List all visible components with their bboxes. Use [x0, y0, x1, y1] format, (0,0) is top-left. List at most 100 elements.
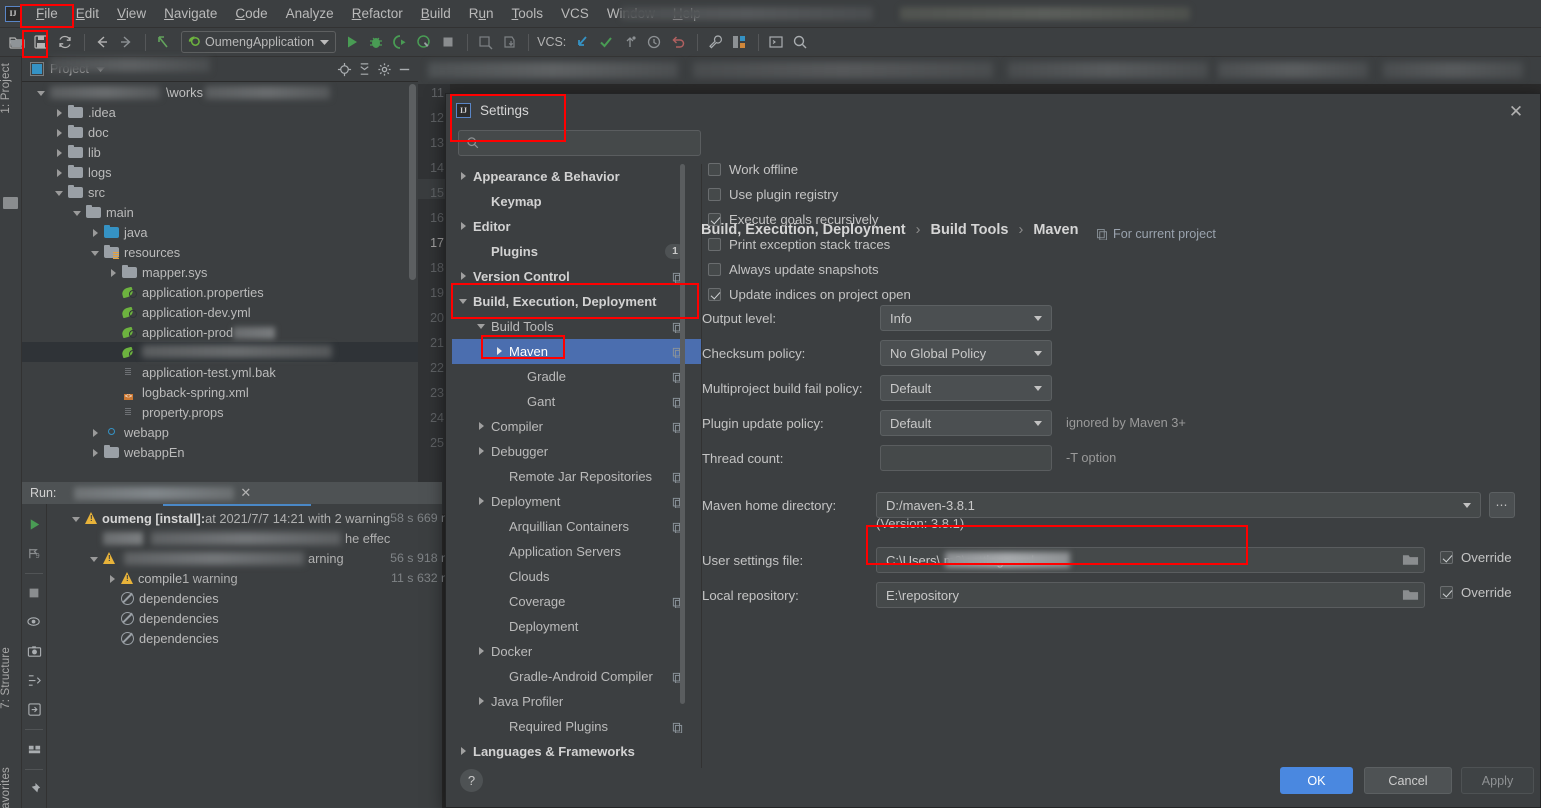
tree-row[interactable]: property.props	[22, 402, 418, 422]
checkbox-execute-goals-recursively[interactable]: Execute goals recursively	[708, 212, 879, 227]
chevron-closed-icon[interactable]	[458, 221, 470, 233]
menu-edit[interactable]: Edit	[67, 3, 108, 24]
chevron-open-icon[interactable]	[90, 247, 101, 258]
vcs-update-icon[interactable]	[571, 31, 593, 53]
menu-vcs[interactable]: VCS	[552, 3, 598, 24]
chevron-down-icon[interactable]	[1034, 316, 1042, 321]
run-output-row[interactable]: compile 1 warning11 s 632 ms	[47, 568, 462, 588]
run-output-row[interactable]: dependencies	[47, 628, 462, 648]
chevron-closed-icon[interactable]	[90, 447, 101, 458]
chevron-closed-icon[interactable]	[107, 573, 118, 584]
settings-tree-item-keymap[interactable]: Keymap	[452, 189, 701, 214]
settings-tree-item-arquillian-containers[interactable]: Arquillian Containers	[452, 514, 701, 539]
settings-tree-item-plugins[interactable]: Plugins 1	[452, 239, 701, 264]
settings-tree-item-gradle[interactable]: Gradle	[452, 364, 701, 389]
tree-row[interactable]: webappEn	[22, 442, 418, 462]
settings-tree-item-docker[interactable]: Docker	[452, 639, 701, 664]
settings-tree-item-compiler[interactable]: Compiler	[452, 414, 701, 439]
chevron-down-icon[interactable]	[320, 39, 330, 46]
tree-row[interactable]: main	[22, 202, 418, 222]
rerun-icon[interactable]	[22, 512, 46, 536]
tree-row[interactable]: application-dev.yml	[22, 302, 418, 322]
run-with-coverage-icon[interactable]	[389, 31, 411, 53]
menu-navigate[interactable]: Navigate	[155, 3, 226, 24]
chevron-closed-icon[interactable]	[90, 227, 101, 238]
chevron-open-icon[interactable]	[89, 553, 100, 564]
run-output-row[interactable]: he effec	[47, 528, 462, 548]
tree-row[interactable]: logs	[22, 162, 418, 182]
menu-view[interactable]: View	[108, 3, 155, 24]
menu-code[interactable]: Code	[226, 3, 276, 24]
settings-tree-item-maven[interactable]: Maven	[452, 339, 701, 364]
close-icon[interactable]: ✕	[1506, 102, 1526, 122]
sidebar-item-project[interactable]: 1: Project	[0, 63, 22, 114]
run-configuration-selector[interactable]: OumengApplication	[181, 31, 337, 53]
chevron-open-icon[interactable]	[458, 296, 470, 308]
checkbox-box[interactable]	[708, 163, 721, 176]
tree-row[interactable]: application.properties	[22, 282, 418, 302]
settings-tree-item-gradle-android-compiler[interactable]: Gradle-Android Compiler	[452, 664, 701, 689]
checkbox-print-exception-stack-traces[interactable]: Print exception stack traces	[708, 237, 890, 252]
settings-tree-item-remote-jar-repositories[interactable]: Remote Jar Repositories	[452, 464, 701, 489]
toggle-tasks-icon[interactable]: 9	[22, 541, 46, 565]
chevron-closed-icon[interactable]	[54, 147, 65, 158]
override-checkbox[interactable]	[1440, 551, 1453, 564]
settings-tree-item-appearance-behavior[interactable]: Appearance & Behavior	[452, 164, 701, 189]
combo-multiproject-build-fail-policy[interactable]: Default	[880, 375, 1052, 401]
run-output-row[interactable]: dependencies	[47, 608, 462, 628]
run-icon[interactable]	[341, 31, 363, 53]
breadcrumb-item-2[interactable]: Build Tools	[931, 222, 1009, 238]
chevron-closed-icon[interactable]	[476, 696, 488, 708]
project-structure-icon[interactable]	[728, 31, 750, 53]
settings-tree-item-editor[interactable]: Editor	[452, 214, 701, 239]
debug-icon[interactable]	[365, 31, 387, 53]
checkbox-work-offline[interactable]: Work offline	[708, 162, 798, 177]
settings-tree-item-build-tools[interactable]: Build Tools	[452, 314, 701, 339]
vcs-commit-check-icon[interactable]	[595, 31, 617, 53]
chevron-down-icon[interactable]	[1034, 421, 1042, 426]
run-output-row[interactable]: oumeng [install]: at 2021/7/7 14:21 with…	[47, 508, 462, 528]
tree-row-root[interactable]: \works	[22, 82, 418, 102]
chevron-closed-icon[interactable]	[476, 496, 488, 508]
chevron-closed-icon[interactable]	[90, 427, 101, 438]
chevron-closed-icon[interactable]	[476, 421, 488, 433]
close-icon[interactable]: ✕	[240, 485, 251, 501]
apply-button[interactable]: Apply	[1461, 767, 1534, 794]
tree-row[interactable]: doc	[22, 122, 418, 142]
menu-analyze[interactable]: Analyze	[277, 3, 343, 24]
checkbox-update-indices-on-project-open[interactable]: Update indices on project open	[708, 287, 911, 302]
checkbox-box[interactable]	[708, 238, 721, 251]
open-project-icon[interactable]	[6, 31, 28, 53]
update-project-icon[interactable]	[474, 31, 496, 53]
checkbox-box[interactable]	[708, 188, 721, 201]
settings-tree-item-build-execution-deployment[interactable]: Build, Execution, Deployment	[452, 289, 701, 314]
gear-icon[interactable]	[374, 59, 394, 79]
chevron-down-icon[interactable]	[1463, 503, 1471, 508]
profile-icon[interactable]	[413, 31, 435, 53]
tree-row[interactable]	[22, 342, 418, 362]
checkbox-box[interactable]	[708, 263, 721, 276]
sidebar-item-favorites[interactable]: 2: Favorites	[0, 767, 22, 808]
settings-tree-item-coverage[interactable]: Coverage	[452, 589, 701, 614]
chevron-down-icon[interactable]	[1034, 351, 1042, 356]
tree-row[interactable]: logback-spring.xml	[22, 382, 418, 402]
checkbox-use-plugin-registry[interactable]: Use plugin registry	[708, 187, 838, 202]
search-everywhere-icon[interactable]	[789, 31, 811, 53]
sync-refresh-icon[interactable]	[54, 31, 76, 53]
tree-row[interactable]: lib	[22, 142, 418, 162]
tree-row[interactable]: application-test.yml.bak	[22, 362, 418, 382]
terminal-icon[interactable]	[765, 31, 787, 53]
chevron-closed-icon[interactable]	[476, 446, 488, 458]
scroll-from-source-icon[interactable]	[334, 59, 354, 79]
vcs-history-icon[interactable]	[643, 31, 665, 53]
menu-run[interactable]: Run	[460, 3, 503, 24]
back-arrow-icon[interactable]	[91, 31, 113, 53]
settings-tree-item-deployment[interactable]: Deployment	[452, 614, 701, 639]
combo-checksum-policy[interactable]: No Global Policy	[880, 340, 1052, 366]
chevron-open-icon[interactable]	[476, 321, 488, 333]
import-icon[interactable]	[22, 697, 46, 721]
ok-button[interactable]: OK	[1280, 767, 1353, 794]
chevron-closed-icon[interactable]	[54, 107, 65, 118]
search-input[interactable]	[458, 130, 701, 156]
user-settings-field[interactable]: C:\Users\ m2\settings.xml	[876, 547, 1425, 573]
